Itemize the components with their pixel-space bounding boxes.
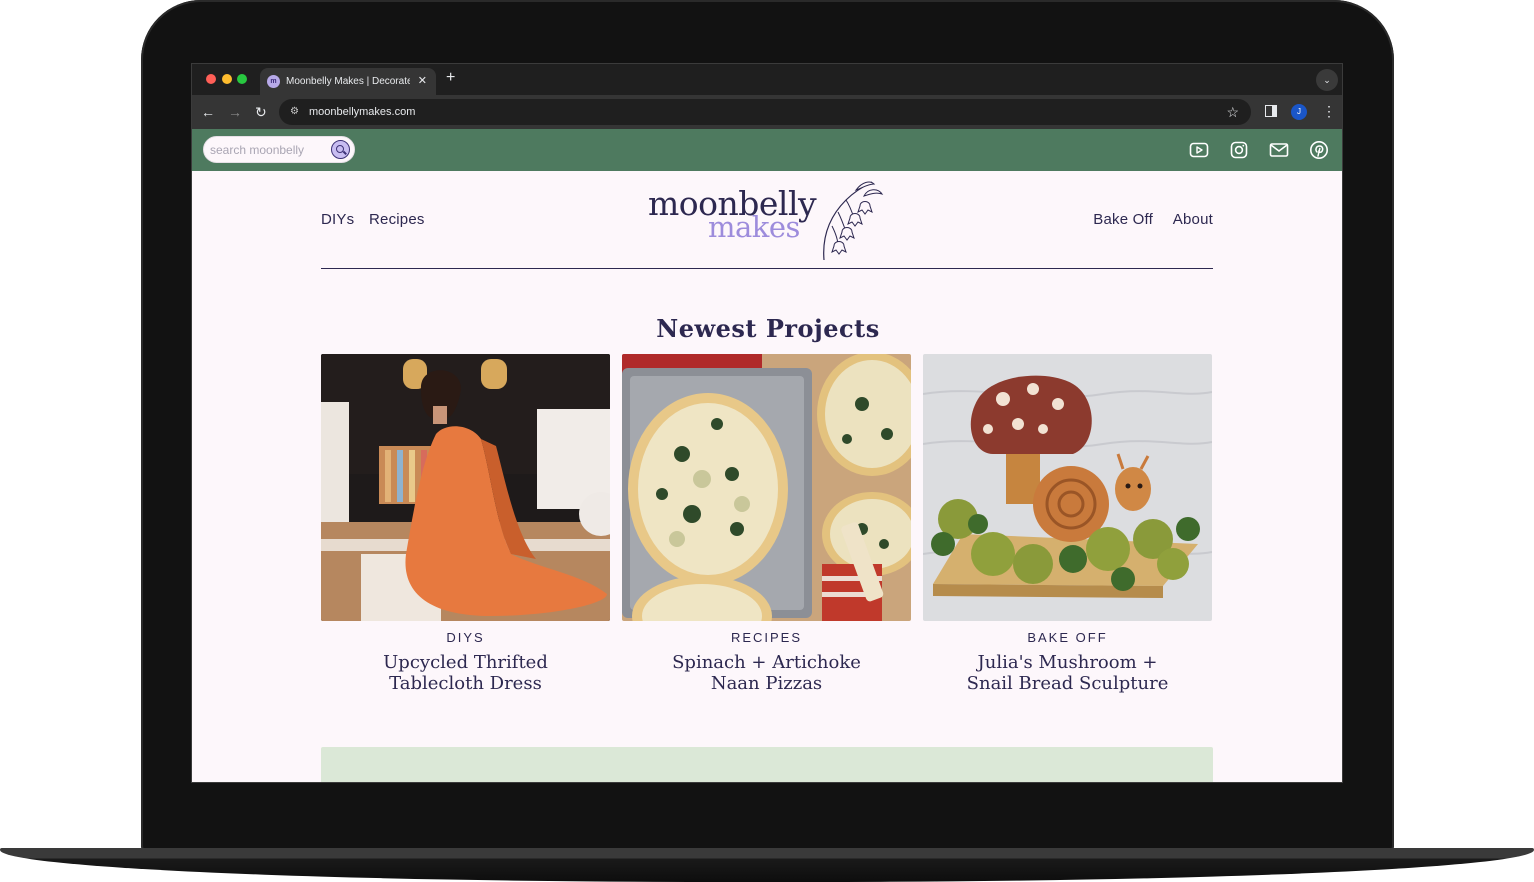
project-card[interactable]: RECIPES Spinach + Artichoke Naan Pizzas (622, 354, 911, 694)
reload-button[interactable]: ↻ (255, 102, 267, 122)
tab-title: Moonbelly Makes | Decorate (286, 76, 410, 87)
site-info-icon[interactable]: ⚙ (290, 99, 299, 125)
browser-tab[interactable]: m Moonbelly Makes | Decorate ✕ (260, 68, 436, 95)
browser-toolbar: ← → ↻ ⚙ moonbellymakes.com ☆ J ⋮ (192, 95, 1342, 129)
forward-button[interactable]: → (228, 102, 242, 122)
card-title[interactable]: Upcycled Thrifted Tableclo‌th Dress (356, 652, 576, 694)
nav-link-recipes[interactable]: Recipes (369, 211, 425, 228)
pinterest-icon[interactable] (1309, 140, 1329, 160)
search-box (203, 136, 355, 163)
browser-window: m Moonbelly Makes | Decorate ✕ + ⌄ ← → ↻… (191, 63, 1343, 783)
card-category: BAKE OFF (1027, 630, 1108, 645)
project-image-dress[interactable] (321, 354, 610, 621)
project-image-bread-sculpture[interactable] (923, 354, 1212, 621)
chevron-down-icon[interactable]: ⌄ (1316, 69, 1338, 91)
nav-link-about[interactable]: About (1173, 211, 1213, 228)
card-category: DIYS (446, 630, 485, 645)
profile-avatar[interactable]: J (1291, 104, 1307, 120)
section-title: Newest Projects (656, 314, 880, 343)
nav-link-bake-off[interactable]: Bake Off (1093, 211, 1153, 228)
mail-icon[interactable] (1269, 140, 1289, 160)
favicon-icon: m (267, 75, 280, 88)
close-window-button[interactable] (206, 74, 216, 84)
browser-menu-button[interactable]: ⋮ (1322, 102, 1336, 120)
newsletter-band (321, 747, 1213, 782)
card-title[interactable]: Spinach + Artichoke Naan Pizzas (657, 652, 877, 694)
side-panel-icon[interactable] (1265, 105, 1277, 117)
site-header: DIYs Recipes moonbelly makes Bake Off Ab… (321, 171, 1213, 269)
new-tab-button[interactable]: + (446, 69, 455, 87)
card-title[interactable]: Julia's Mushroom + Snail Bread Sculpture (958, 652, 1178, 694)
project-card[interactable]: DIYS Upcycled Thrifted Tableclo‌th Dress (321, 354, 610, 694)
nav-link-diys[interactable]: DIYs (321, 211, 354, 228)
bellflower-icon (823, 181, 884, 261)
maximize-window-button[interactable] (237, 74, 247, 84)
address-bar[interactable]: ⚙ moonbellymakes.com ☆ (279, 99, 1251, 125)
project-card[interactable]: BAKE OFF Julia's Mushroom + Snail Bread … (923, 354, 1212, 694)
project-image-pizza[interactable] (622, 354, 911, 621)
top-bar (192, 129, 1342, 171)
back-button[interactable]: ← (201, 102, 215, 122)
bookmark-star-icon[interactable]: ☆ (1226, 99, 1239, 125)
site-logo[interactable]: moonbelly makes (648, 176, 888, 264)
instagram-icon[interactable] (1229, 140, 1249, 160)
search-input[interactable] (210, 141, 322, 159)
tab-strip: m Moonbelly Makes | Decorate ✕ + ⌄ (192, 64, 1342, 95)
laptop-base (0, 848, 1534, 882)
logo-text-bottom: makes (708, 210, 800, 244)
card-category: RECIPES (730, 630, 803, 645)
close-icon[interactable]: ✕ (418, 68, 427, 95)
web-page: DIYs Recipes moonbelly makes Bake Off Ab… (192, 129, 1342, 782)
url-text: moonbellymakes.com (309, 106, 416, 118)
minimize-window-button[interactable] (222, 74, 232, 84)
youtube-icon[interactable] (1189, 140, 1209, 160)
search-icon[interactable] (331, 140, 350, 159)
